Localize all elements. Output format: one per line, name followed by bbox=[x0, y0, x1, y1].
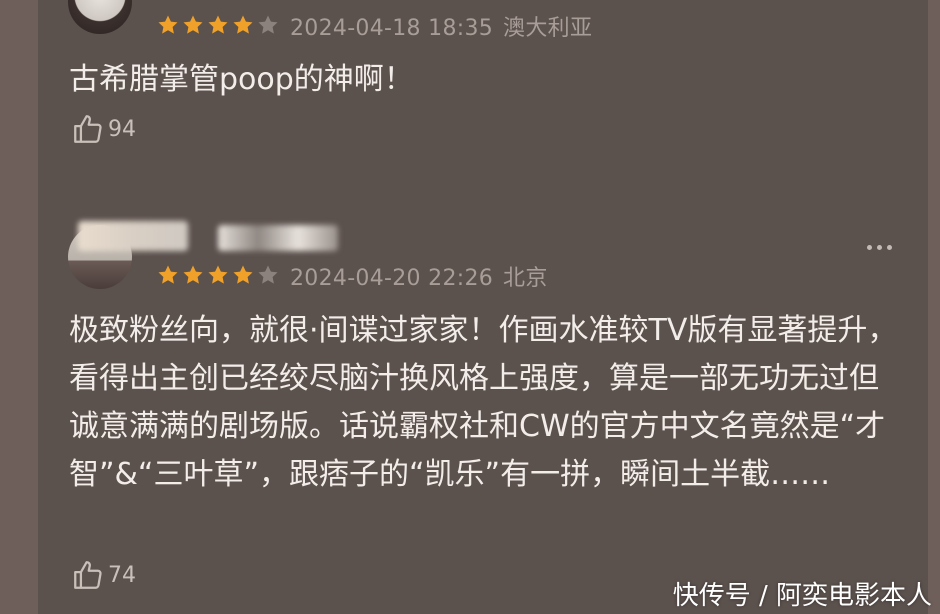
more-dots-icon bbox=[867, 245, 872, 250]
rating-stars bbox=[156, 13, 280, 37]
more-dot bbox=[887, 245, 892, 250]
more-options-button[interactable] bbox=[867, 245, 892, 250]
star-icon bbox=[158, 265, 178, 284]
like-count: 94 bbox=[108, 116, 136, 142]
comment-location: 澳大利亚 bbox=[503, 16, 593, 41]
star-icon bbox=[208, 15, 228, 34]
star-icon bbox=[258, 15, 278, 34]
star-icon bbox=[258, 265, 278, 284]
comment-1: 2024-04-18 18:35 澳大利亚 古希腊掌管poop的神啊！ 94 bbox=[38, 0, 928, 190]
more-dot bbox=[877, 245, 882, 250]
like-count: 74 bbox=[108, 562, 136, 588]
rating-stars bbox=[156, 263, 280, 287]
comment-date: 2024-04-20 22:26 bbox=[290, 266, 494, 291]
thumbs-up-icon bbox=[74, 115, 102, 143]
star-icon bbox=[208, 265, 228, 284]
star-icon bbox=[183, 15, 203, 34]
star-icon bbox=[183, 265, 203, 284]
comment-meta: 2024-04-18 18:35 澳大利亚 bbox=[290, 10, 592, 42]
star-icon bbox=[158, 15, 178, 34]
comment-date: 2024-04-18 18:35 bbox=[290, 16, 494, 41]
comment-meta: 2024-04-20 22:26 北京 bbox=[290, 260, 548, 292]
comment-2: 2024-04-20 22:26 北京 极致粉丝向，就很·间谍过家家！作画水准较T… bbox=[38, 215, 928, 614]
avatar[interactable] bbox=[68, 0, 132, 34]
username-blurred[interactable] bbox=[78, 221, 188, 251]
star-icon bbox=[233, 15, 253, 34]
username-blurred[interactable] bbox=[218, 225, 338, 251]
comment-text: 古希腊掌管poop的神啊！ bbox=[69, 62, 414, 97]
star-icon bbox=[233, 265, 253, 284]
comment-location: 北京 bbox=[503, 266, 548, 291]
like-button[interactable]: 94 bbox=[71, 112, 136, 146]
comment-panel: 2024-04-18 18:35 澳大利亚 古希腊掌管poop的神啊！ 94 20… bbox=[38, 0, 928, 614]
like-button[interactable]: 74 bbox=[71, 558, 136, 592]
thumbs-up-icon bbox=[74, 561, 102, 589]
watermark: 快传号 / 阿奕电影本人 bbox=[672, 581, 932, 611]
comment-text: 极致粉丝向，就很·间谍过家家！作画水准较TV版有显著提升，看得出主创已经绞尽脑汁… bbox=[69, 313, 898, 492]
